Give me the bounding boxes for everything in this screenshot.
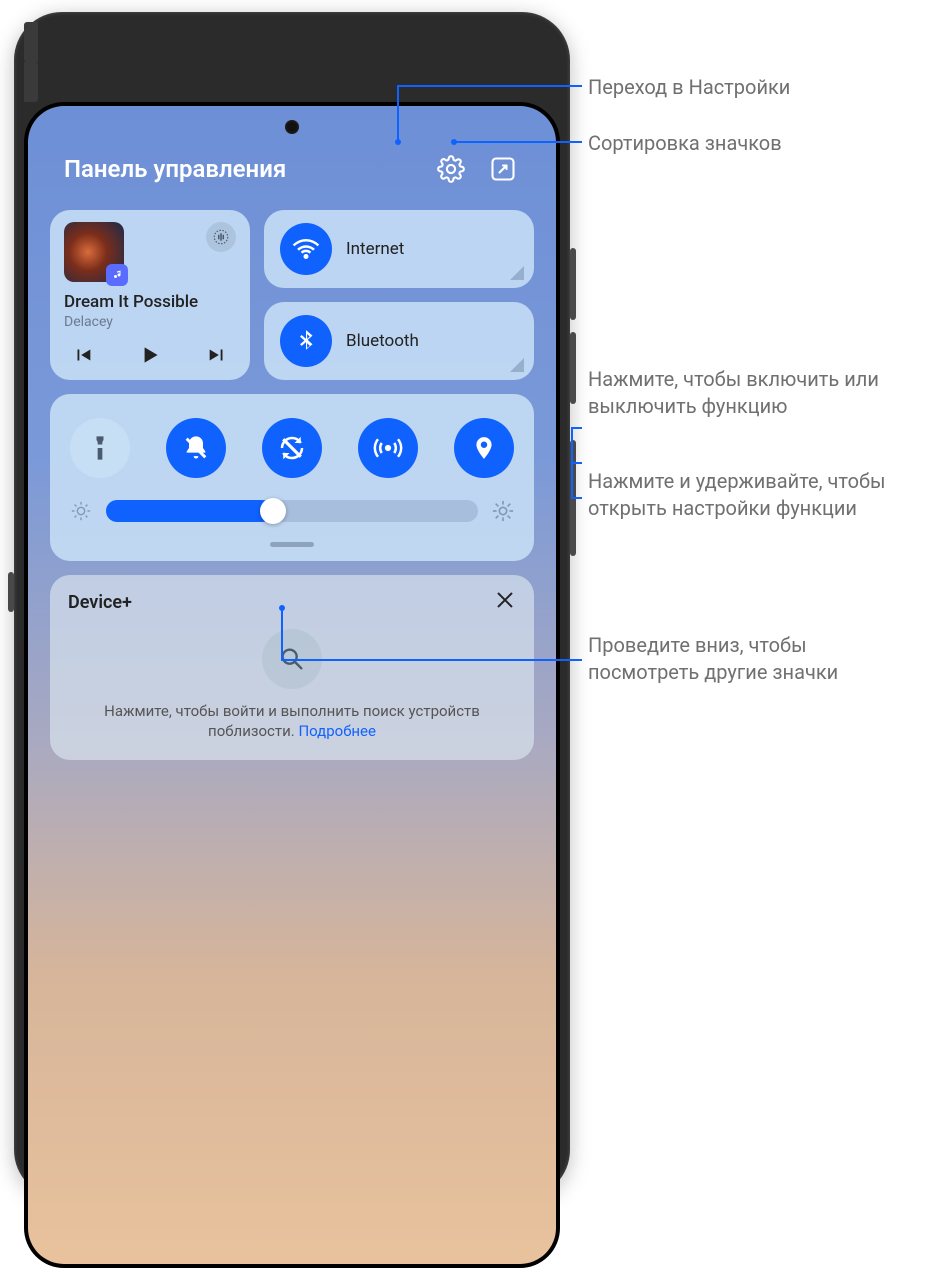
side-key[interactable] — [8, 572, 14, 612]
mute-toggle[interactable] — [166, 418, 226, 478]
previous-track-button[interactable] — [68, 340, 98, 370]
volume-up-button[interactable] — [570, 248, 576, 320]
track-title: Dream It Possible — [64, 292, 236, 312]
play-button[interactable] — [135, 340, 165, 370]
annotation-sort: Сортировка значков — [588, 130, 782, 157]
annotation-hold: Нажмите и удерживайте, чтобы открыть нас… — [588, 468, 924, 522]
wifi-icon — [280, 223, 332, 275]
quick-toggles-panel — [50, 394, 534, 561]
brightness-slider[interactable] — [70, 500, 514, 522]
learn-more-link[interactable]: Подробнее — [298, 722, 376, 740]
search-icon — [278, 645, 306, 673]
annotation-tap: Нажмите, чтобы включить или выключить фу… — [588, 366, 918, 420]
music-card[interactable]: Dream It Possible Delacey — [50, 210, 250, 380]
music-app-badge-icon — [106, 264, 128, 286]
location-toggle[interactable] — [454, 418, 514, 478]
brightness-high-icon — [492, 500, 514, 522]
volume-down-button[interactable] — [570, 332, 576, 404]
brightness-thumb[interactable] — [260, 498, 286, 524]
brightness-low-icon — [70, 500, 92, 522]
device-plus-title: Device+ — [68, 592, 132, 613]
bluetooth-icon — [280, 315, 332, 367]
power-button[interactable] — [570, 440, 576, 556]
control-panel-header: Панель управления — [28, 106, 556, 186]
hinge-right — [24, 62, 38, 102]
track-artist: Delacey — [64, 314, 236, 330]
expand-corner-icon — [510, 266, 524, 280]
audio-output-icon[interactable] — [206, 222, 236, 252]
device-plus-card: Device+ Нажмите, чтобы войти и выполнить… — [50, 575, 534, 760]
expand-handle[interactable] — [270, 542, 314, 547]
close-icon[interactable] — [494, 589, 516, 615]
next-track-button[interactable] — [202, 340, 232, 370]
front-camera — [285, 120, 299, 134]
album-art — [64, 222, 124, 282]
brightness-track[interactable] — [106, 500, 478, 522]
annotation-settings: Переход в Настройки — [588, 74, 790, 101]
edit-icon[interactable] — [486, 152, 520, 186]
rotation-lock-toggle[interactable] — [262, 418, 322, 478]
device-hint-pre: Нажмите, чтобы войти и выполнить поиск у… — [104, 702, 480, 740]
device-search-button[interactable] — [262, 629, 322, 689]
bluetooth-label: Bluetooth — [346, 331, 419, 351]
wifi-toggle[interactable]: Internet — [264, 210, 534, 288]
settings-icon[interactable] — [434, 152, 468, 186]
page-title: Панель управления — [64, 155, 286, 183]
expand-corner-icon — [510, 358, 524, 372]
screen: Панель управления — [28, 106, 556, 1264]
wifi-label: Internet — [346, 239, 404, 259]
device-hint-text: Нажмите, чтобы войти и выполнить поиск у… — [68, 701, 516, 742]
hotspot-toggle[interactable] — [358, 418, 418, 478]
annotation-swipe: Проведите вниз, чтобы посмотреть другие … — [588, 632, 908, 686]
phone-frame: Панель управления — [14, 12, 570, 1198]
flashlight-toggle[interactable] — [70, 418, 130, 478]
bluetooth-toggle[interactable]: Bluetooth — [264, 302, 534, 380]
hinge-left — [24, 22, 38, 62]
brightness-fill — [106, 500, 273, 522]
